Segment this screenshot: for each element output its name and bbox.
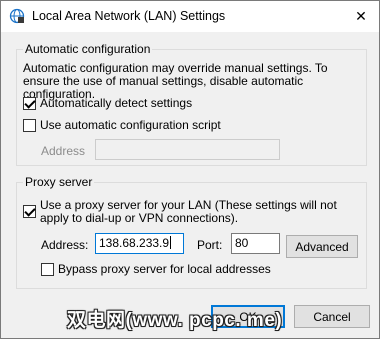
site-watermark: 双电网(www. pcpc. me) — [67, 310, 283, 331]
proxy-server-heading: Proxy server — [23, 175, 95, 189]
window-title: Local Area Network (LAN) Settings — [32, 9, 226, 23]
script-address-label: Address — [41, 144, 86, 158]
script-address-input[interactable] — [95, 139, 280, 160]
auto-detect-row[interactable]: Automatically detect settings — [23, 97, 192, 110]
lan-settings-dialog: Local Area Network (LAN) Settings ✕ Auto… — [0, 0, 380, 339]
use-proxy-row[interactable]: Use a proxy server for your LAN (These s… — [23, 199, 363, 225]
advanced-button[interactable]: Advanced — [286, 235, 358, 258]
bypass-local-label[interactable]: Bypass proxy server for local addresses — [58, 263, 271, 276]
use-proxy-checkbox[interactable] — [23, 205, 36, 218]
auto-script-label[interactable]: Use automatic configuration script — [40, 119, 221, 132]
close-icon: ✕ — [355, 7, 367, 24]
proxy-address-label: Address: — [41, 238, 89, 252]
auto-detect-checkbox[interactable] — [23, 97, 36, 110]
proxy-address-input[interactable]: 138.68.233.9 — [95, 233, 184, 254]
auto-script-checkbox[interactable] — [23, 119, 36, 132]
proxy-port-input[interactable]: 80 — [231, 233, 280, 254]
title-bar: Local Area Network (LAN) Settings ✕ — [1, 1, 379, 32]
bypass-local-checkbox[interactable] — [41, 263, 54, 276]
auto-detect-label[interactable]: Automatically detect settings — [40, 97, 192, 110]
text-caret — [170, 236, 172, 249]
bypass-local-row[interactable]: Bypass proxy server for local addresses — [41, 263, 271, 276]
cancel-button[interactable]: Cancel — [294, 305, 370, 328]
proxy-address-value: 138.68.233.9 — [99, 236, 170, 250]
proxy-port-label: Port: — [197, 238, 223, 252]
network-settings-icon — [9, 8, 25, 24]
use-proxy-label[interactable]: Use a proxy server for your LAN (These s… — [40, 199, 360, 225]
close-button[interactable]: ✕ — [347, 3, 375, 29]
auto-script-row[interactable]: Use automatic configuration script — [23, 119, 221, 132]
automatic-configuration-heading: Automatic configuration — [23, 42, 153, 56]
